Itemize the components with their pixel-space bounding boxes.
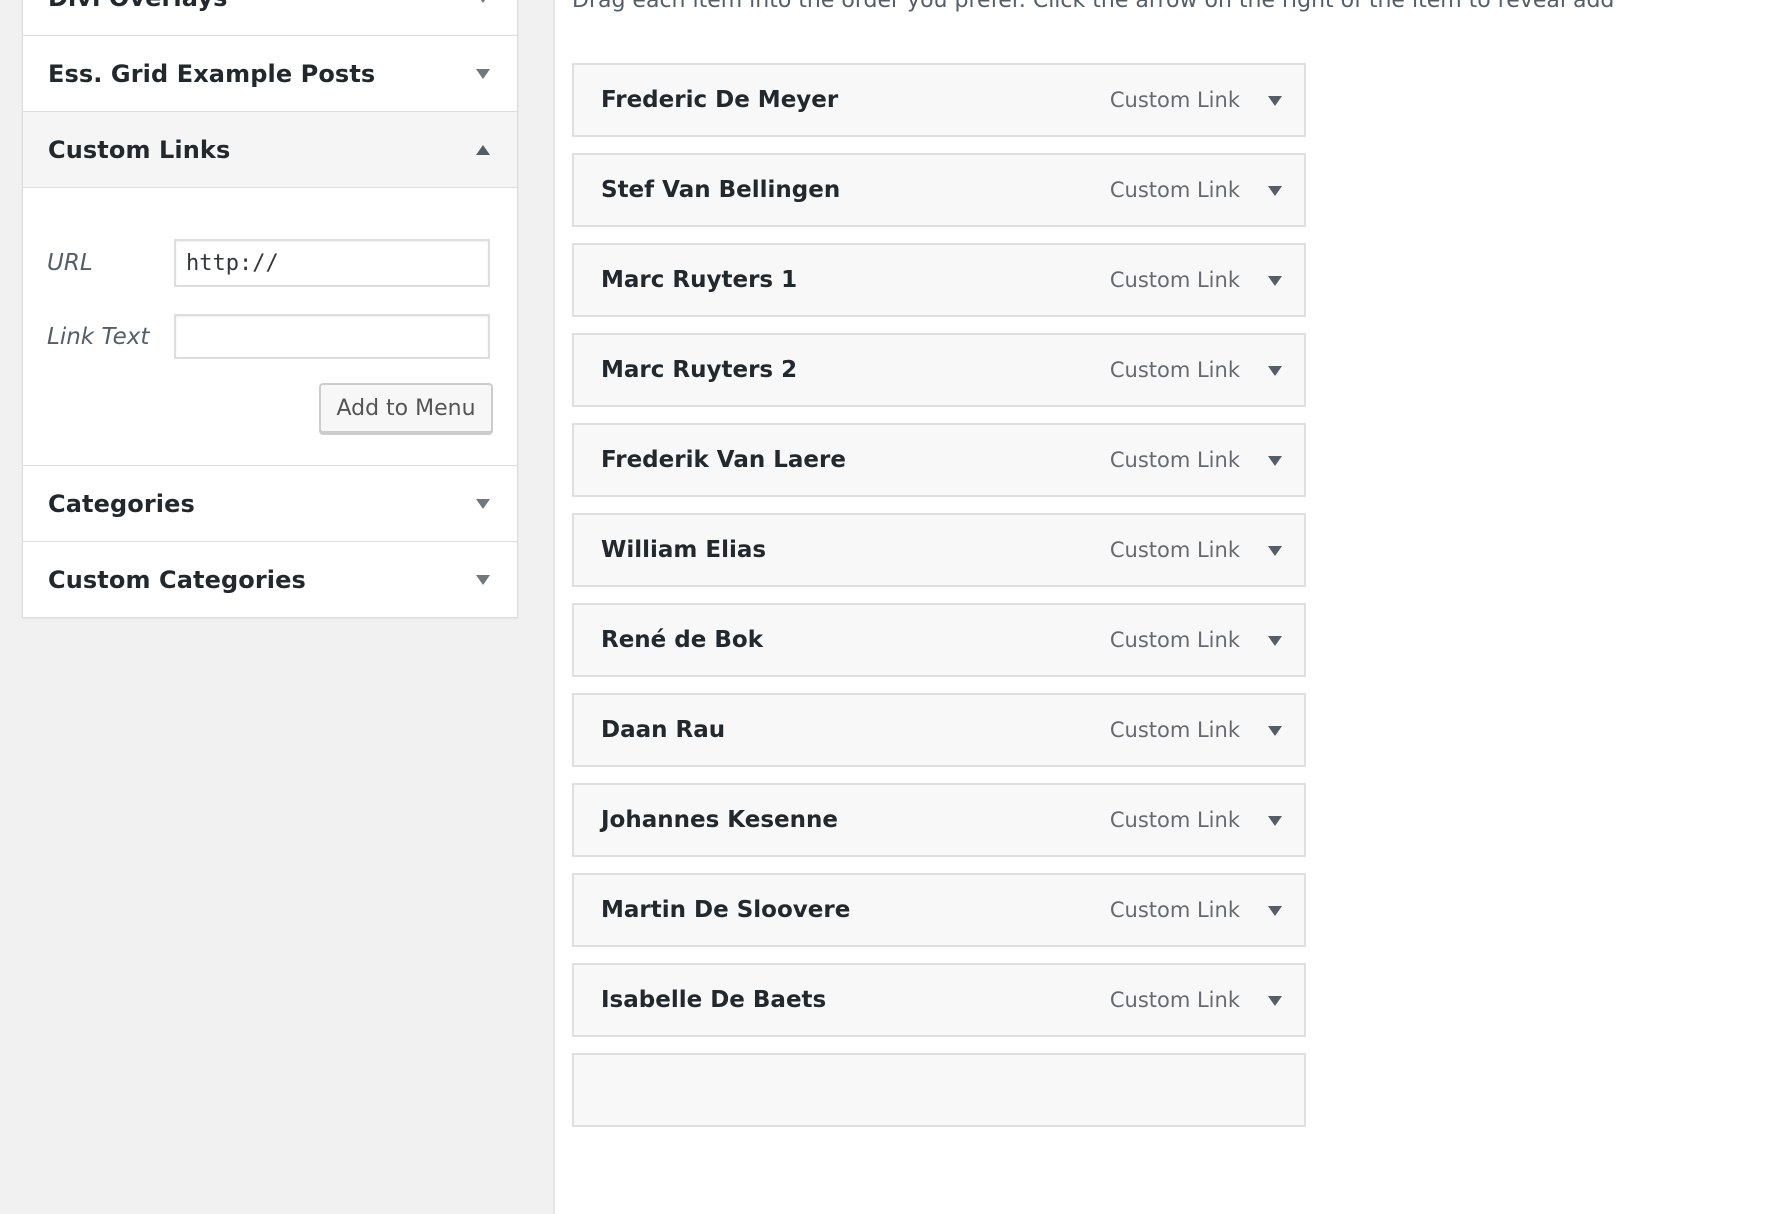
menu-item-partial[interactable] xyxy=(572,1053,1306,1127)
menu-item-title: William Elias xyxy=(601,537,767,563)
menu-structure-pane: Drag each item into the order you prefer… xyxy=(555,0,1770,1214)
section-header-divi-overlays[interactable]: Divi Overlays xyxy=(23,0,517,35)
menu-item[interactable]: Daan Rau Custom Link xyxy=(572,693,1306,767)
menu-item-type: Custom Link xyxy=(1109,88,1240,112)
section-custom-links: Custom Links URL Link Text Add to Menu xyxy=(23,112,517,466)
section-header-categories[interactable]: Categories xyxy=(23,466,517,541)
section-title: Custom Links xyxy=(48,135,231,164)
caret-down-icon[interactable] xyxy=(476,574,490,585)
section-title: Categories xyxy=(48,489,195,518)
menu-item-type: Custom Link xyxy=(1109,808,1240,832)
url-input[interactable] xyxy=(174,239,490,287)
section-ess-grid-example-posts: Ess. Grid Example Posts xyxy=(23,36,517,112)
menu-item[interactable]: Marc Ruyters 2 Custom Link xyxy=(572,333,1306,407)
menu-item[interactable]: Stef Van Bellingen Custom Link xyxy=(572,153,1306,227)
expand-arrow-icon[interactable] xyxy=(1268,816,1282,826)
section-title: Divi Overlays xyxy=(48,0,227,12)
menu-item-type: Custom Link xyxy=(1109,448,1240,472)
caret-down-icon[interactable] xyxy=(476,0,490,3)
caret-up-icon[interactable] xyxy=(476,144,490,155)
menu-item-title: Frederic De Meyer xyxy=(601,87,839,113)
section-categories: Categories xyxy=(23,466,517,542)
menu-item[interactable]: Martin De Sloovere Custom Link xyxy=(572,873,1306,947)
section-custom-categories: Custom Categories xyxy=(23,542,517,617)
menu-item[interactable]: Johannes Kesenne Custom Link xyxy=(572,783,1306,857)
expand-arrow-icon[interactable] xyxy=(1268,906,1282,916)
menu-item-title: Johannes Kesenne xyxy=(601,807,838,833)
menu-item-type: Custom Link xyxy=(1109,358,1240,382)
section-divi-overlays: Divi Overlays xyxy=(23,0,517,36)
add-to-menu-button[interactable]: Add to Menu xyxy=(319,383,493,433)
expand-arrow-icon[interactable] xyxy=(1268,186,1282,196)
expand-arrow-icon[interactable] xyxy=(1268,96,1282,106)
section-header-ess-grid-example-posts[interactable]: Ess. Grid Example Posts xyxy=(23,36,517,111)
menu-item[interactable]: Marc Ruyters 1 Custom Link xyxy=(572,243,1306,317)
expand-arrow-icon[interactable] xyxy=(1268,276,1282,286)
menu-item[interactable]: Isabelle De Baets Custom Link xyxy=(572,963,1306,1037)
expand-arrow-icon[interactable] xyxy=(1268,366,1282,376)
add-menu-items-accordion: Divi Overlays Ess. Grid Example Posts Cu… xyxy=(22,0,518,618)
section-header-custom-links[interactable]: Custom Links xyxy=(23,112,517,188)
menu-item-title: Frederik Van Laere xyxy=(601,447,846,473)
menu-item-type: Custom Link xyxy=(1109,898,1240,922)
caret-down-icon[interactable] xyxy=(476,68,490,79)
menu-item-type: Custom Link xyxy=(1109,988,1240,1012)
menu-item-type: Custom Link xyxy=(1109,268,1240,292)
url-label: URL xyxy=(47,250,93,276)
menu-item-title: Marc Ruyters 2 xyxy=(601,357,798,383)
menu-item[interactable]: William Elias Custom Link xyxy=(572,513,1306,587)
menu-item-type: Custom Link xyxy=(1109,718,1240,742)
menu-item-title: Marc Ruyters 1 xyxy=(601,267,798,293)
menu-item-type: Custom Link xyxy=(1109,178,1240,202)
menu-item[interactable]: Frederik Van Laere Custom Link xyxy=(572,423,1306,497)
menu-item-type: Custom Link xyxy=(1109,628,1240,652)
caret-down-icon[interactable] xyxy=(476,498,490,509)
menu-item-title: Isabelle De Baets xyxy=(601,987,827,1013)
expand-arrow-icon[interactable] xyxy=(1268,636,1282,646)
expand-arrow-icon[interactable] xyxy=(1268,726,1282,736)
expand-arrow-icon[interactable] xyxy=(1268,456,1282,466)
section-title: Ess. Grid Example Posts xyxy=(48,59,376,88)
section-title: Custom Categories xyxy=(48,565,306,594)
menu-item-list: Frederic De Meyer Custom Link Stef Van B… xyxy=(572,63,1306,1143)
custom-links-form: URL Link Text Add to Menu xyxy=(23,188,517,465)
menu-item-title: Daan Rau xyxy=(601,717,726,743)
expand-arrow-icon[interactable] xyxy=(1268,996,1282,1006)
menu-item-title: René de Bok xyxy=(601,627,763,653)
menu-item-title: Martin De Sloovere xyxy=(601,897,851,923)
expand-arrow-icon[interactable] xyxy=(1268,546,1282,556)
section-header-custom-categories[interactable]: Custom Categories xyxy=(23,542,517,617)
menu-item-title: Stef Van Bellingen xyxy=(601,177,841,203)
menu-item[interactable]: Frederic De Meyer Custom Link xyxy=(572,63,1306,137)
link-text-input[interactable] xyxy=(174,314,490,359)
menu-item-type: Custom Link xyxy=(1109,538,1240,562)
menu-item[interactable]: René de Bok Custom Link xyxy=(572,603,1306,677)
link-text-label: Link Text xyxy=(47,324,150,350)
drag-instructions: Drag each item into the order you prefer… xyxy=(572,0,1615,13)
